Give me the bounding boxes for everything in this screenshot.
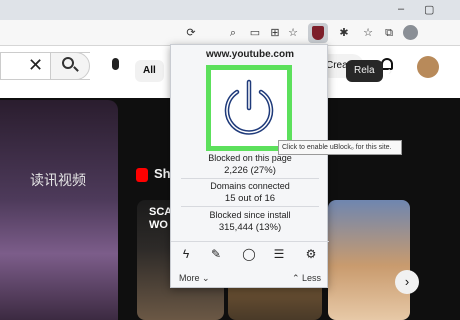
title-bar: – ▢ bbox=[0, 0, 460, 20]
browser-toolbar: ⟳ ⌕ ▭ ⊞ ☆ ✱ ☆ ⧉ bbox=[0, 20, 460, 46]
cast-icon[interactable]: ▭ bbox=[248, 26, 262, 40]
collections-icon[interactable]: ⧉ bbox=[382, 26, 396, 40]
avatar[interactable] bbox=[417, 56, 439, 78]
divider bbox=[181, 206, 319, 207]
tooltip: Click to enable uBlock₀ for this site. bbox=[278, 140, 402, 155]
clear-search-icon[interactable]: ✕ bbox=[28, 55, 43, 76]
refresh-icon[interactable]: ⟳ bbox=[184, 26, 198, 40]
ublock-popup: www.youtube.com Blocked on this page 2,2… bbox=[170, 44, 329, 288]
short-card[interactable] bbox=[328, 200, 410, 320]
video-thumbnail[interactable] bbox=[0, 100, 118, 320]
more-button[interactable]: More ⌄ bbox=[179, 273, 210, 284]
power-button[interactable] bbox=[206, 65, 292, 151]
short-card-title: SCA WO bbox=[149, 206, 173, 231]
minimize-button[interactable]: – bbox=[398, 3, 404, 15]
domains-connected-value: 15 out of 16 bbox=[224, 193, 276, 204]
chips-next-arrow[interactable]: › bbox=[388, 64, 392, 78]
less-button[interactable]: ⌃ Less bbox=[292, 273, 321, 284]
shorts-next-button[interactable]: › bbox=[395, 270, 419, 294]
more-less-row: More ⌄ ⌃ Less bbox=[171, 269, 329, 287]
maximize-button[interactable]: ▢ bbox=[424, 3, 434, 16]
more-label: More bbox=[179, 273, 200, 283]
microphone-icon[interactable] bbox=[112, 58, 119, 70]
favorites-bar-icon[interactable]: ☆ bbox=[361, 26, 375, 40]
domains-connected-label: Domains connected bbox=[210, 181, 290, 191]
extensions-icon[interactable]: ✱ bbox=[337, 26, 351, 40]
chat-icon[interactable]: ◯ bbox=[241, 246, 257, 262]
list-icon[interactable]: ☰ bbox=[271, 246, 287, 262]
shorts-icon bbox=[136, 168, 148, 182]
blocked-on-page-value: 2,226 (27%) bbox=[224, 165, 276, 176]
popup-domain: www.youtube.com bbox=[206, 49, 294, 60]
shorts-heading: Sh bbox=[154, 166, 171, 181]
search-icon bbox=[62, 57, 74, 69]
app-icon[interactable]: ⊞ bbox=[268, 26, 282, 40]
chip-related[interactable]: Rela bbox=[346, 60, 383, 82]
power-icon bbox=[224, 79, 274, 135]
blocked-since-install-label: Blocked since install bbox=[209, 210, 291, 220]
channel-name: 读讯视频 bbox=[30, 173, 86, 189]
settings-icon[interactable]: ⚙ bbox=[303, 246, 319, 262]
lightning-icon[interactable]: ϟ bbox=[178, 246, 194, 262]
popup-tools: ϟ ✎ ◯ ☰ ⚙ bbox=[171, 241, 329, 265]
blocked-since-install-value: 315,444 (13%) bbox=[218, 222, 282, 233]
ublock-icon[interactable] bbox=[312, 26, 324, 40]
profile-icon[interactable] bbox=[403, 25, 418, 40]
eyedropper-icon[interactable]: ✎ bbox=[208, 246, 224, 262]
less-label: Less bbox=[301, 273, 321, 283]
divider bbox=[181, 178, 319, 179]
chip-all[interactable]: All bbox=[135, 60, 164, 82]
favorite-icon[interactable]: ☆ bbox=[286, 26, 300, 40]
zoom-icon[interactable]: ⌕ bbox=[226, 26, 240, 40]
